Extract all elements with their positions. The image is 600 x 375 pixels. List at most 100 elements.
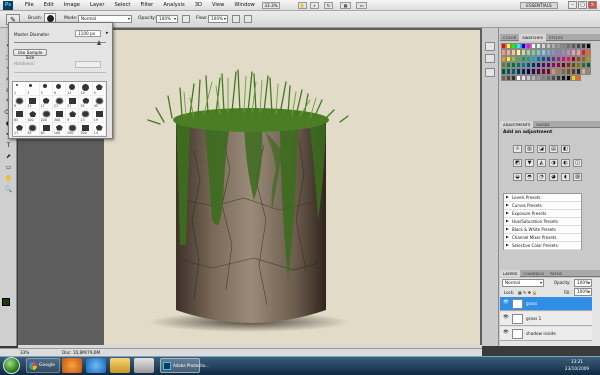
- adjustment-3-icon[interactable]: ▤: [549, 145, 558, 153]
- arrange-documents-button[interactable]: ▦: [340, 2, 351, 9]
- preset-item[interactable]: Hue/Saturation Presets: [504, 218, 581, 226]
- adjustment-6-icon[interactable]: ▼: [525, 159, 534, 167]
- diameter-slider-track[interactable]: [14, 42, 106, 43]
- brush-preset[interactable]: 27: [66, 95, 80, 109]
- menu-3d[interactable]: 3D: [190, 2, 207, 9]
- adjustment-9-icon[interactable]: ◐: [561, 159, 570, 167]
- brush-preset[interactable]: 21: [52, 95, 67, 109]
- brush-preset[interactable]: 13: [79, 109, 93, 123]
- preset-item[interactable]: Curves Presets: [504, 202, 581, 210]
- tab-channels[interactable]: CHANNELS: [520, 270, 547, 277]
- brush-preset[interactable]: 17: [13, 122, 27, 136]
- adjustment-15-icon[interactable]: ◖: [561, 173, 570, 181]
- tool-12-icon[interactable]: ✋: [3, 174, 14, 183]
- blend-mode-select[interactable]: Normal: [502, 279, 544, 287]
- explorer-icon[interactable]: [134, 358, 154, 373]
- firefox-icon[interactable]: [62, 358, 82, 373]
- master-diameter-field[interactable]: 1100 px: [75, 30, 101, 37]
- adjustment-7-icon[interactable]: ◭: [537, 159, 546, 167]
- brush-preset[interactable]: 35: [79, 95, 93, 109]
- tab-styles[interactable]: STYLES: [546, 34, 566, 41]
- brush-preset[interactable]: 19: [92, 109, 106, 123]
- tablet-size-icon[interactable]: [244, 15, 252, 23]
- brush-preset[interactable]: 9: [52, 82, 67, 96]
- preset-item[interactable]: Selective Color Presets: [504, 242, 581, 250]
- minimize-button[interactable]: –: [568, 1, 577, 9]
- menu-filter[interactable]: Filter: [135, 2, 158, 9]
- adjustment-16-icon[interactable]: ▨: [573, 173, 582, 181]
- rotate-view-button[interactable]: ↻: [324, 2, 333, 9]
- system-tray-clock[interactable]: 13:21 23/10/2009: [555, 358, 599, 374]
- brush-preset[interactable]: 5: [92, 82, 106, 96]
- adjustment-10-icon[interactable]: ◫: [573, 159, 582, 167]
- brush-preset[interactable]: 65: [39, 122, 53, 136]
- tab-swatches[interactable]: SWATCHES: [519, 34, 546, 41]
- workspace-switcher[interactable]: ESSENTIALS: [520, 2, 558, 9]
- brush-preset[interactable]: 5: [39, 82, 53, 96]
- brush-preset[interactable]: 3: [26, 82, 40, 96]
- preset-item[interactable]: Channel Mixer Presets: [504, 234, 581, 242]
- brush-preset[interactable]: 13: [26, 95, 40, 109]
- tool-9-icon[interactable]: T: [3, 141, 14, 150]
- brush-preset[interactable]: 45: [26, 122, 40, 136]
- brush-preset[interactable]: 100: [26, 109, 40, 123]
- taskbar-photoshop[interactable]: Adobe Photosho...: [160, 358, 209, 373]
- document-canvas[interactable]: [104, 30, 480, 345]
- brush-preset[interactable]: 65: [13, 109, 27, 123]
- layer-opacity-field[interactable]: 100%: [574, 279, 592, 287]
- hand-tool-button[interactable]: ✋: [298, 2, 307, 9]
- preset-item[interactable]: Black & White Presets: [504, 226, 581, 234]
- visibility-eye-icon[interactable]: 👁: [502, 330, 510, 338]
- tablet-opacity-icon[interactable]: [182, 15, 190, 23]
- start-button[interactable]: [3, 357, 20, 374]
- menu-layer[interactable]: Layer: [85, 2, 109, 9]
- swatch[interactable]: [586, 68, 591, 75]
- airbrush-icon[interactable]: [232, 15, 240, 23]
- fill-field[interactable]: 100%: [574, 288, 592, 296]
- ie-icon[interactable]: [86, 358, 106, 373]
- preset-item[interactable]: Levels Presets: [504, 194, 581, 202]
- close-button[interactable]: ×: [588, 1, 597, 9]
- menu-view[interactable]: View: [207, 2, 229, 9]
- brush-preset[interactable]: 300: [52, 109, 67, 123]
- menu-edit[interactable]: Edit: [39, 2, 59, 9]
- menu-select[interactable]: Select: [109, 2, 135, 9]
- tab-paths[interactable]: PATHS: [547, 270, 565, 277]
- preset-item[interactable]: Exposure Presets: [504, 210, 581, 218]
- adjustment-0-icon[interactable]: ☼: [513, 145, 522, 153]
- taskbar-google[interactable]: Google: [26, 358, 60, 373]
- maximize-button[interactable]: ▢: [578, 1, 587, 9]
- brush-preset[interactable]: 300: [79, 122, 93, 136]
- tab-color[interactable]: COLOR: [500, 34, 519, 41]
- visibility-eye-icon[interactable]: 👁: [502, 300, 510, 308]
- flow-field[interactable]: 100%: [208, 15, 228, 23]
- history-panel-icon[interactable]: [485, 42, 495, 51]
- adjustment-2-icon[interactable]: ◪: [537, 145, 546, 153]
- adjustment-12-icon[interactable]: ◓: [525, 173, 534, 181]
- brush-preset[interactable]: 19: [79, 82, 93, 96]
- opacity-field[interactable]: 100%: [156, 15, 178, 23]
- brush-preset[interactable]: 100: [52, 122, 67, 136]
- brush-preset[interactable]: 9: [66, 109, 80, 123]
- brush-preset[interactable]: 1: [13, 82, 27, 96]
- brush-preset[interactable]: 200: [39, 109, 53, 123]
- screen-mode-button[interactable]: ▭: [356, 2, 367, 9]
- folder-icon[interactable]: [110, 358, 130, 373]
- tab-masks[interactable]: MASKS: [533, 121, 552, 128]
- menu-analysis[interactable]: Analysis: [158, 2, 189, 9]
- brush-preset[interactable]: 9: [13, 95, 27, 109]
- adjustment-11-icon[interactable]: ◒: [513, 173, 522, 181]
- tab-adjustments[interactable]: ADJUSTMENTS: [500, 121, 534, 128]
- brush-preset[interactable]: 17: [39, 95, 53, 109]
- tab-layers[interactable]: LAYERS: [500, 270, 521, 277]
- menu-image[interactable]: Image: [59, 2, 85, 9]
- layer-row[interactable]: 👁 shadow inside: [500, 327, 592, 341]
- adjustment-13-icon[interactable]: ◔: [537, 173, 546, 181]
- use-sample-size-button[interactable]: Use Sample Size: [13, 49, 47, 60]
- actions-panel-icon[interactable]: [485, 54, 495, 63]
- adjustment-8-icon[interactable]: ◑: [549, 159, 558, 167]
- brush-preset[interactable]: 200: [66, 122, 80, 136]
- adjustment-14-icon[interactable]: ◕: [549, 173, 558, 181]
- status-zoom[interactable]: 33%: [20, 350, 29, 355]
- tool-10-icon[interactable]: ⬈: [3, 152, 14, 161]
